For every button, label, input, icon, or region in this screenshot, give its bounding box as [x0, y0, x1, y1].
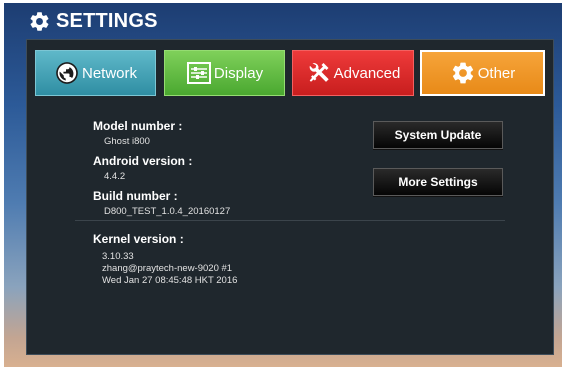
header: SETTINGS [28, 7, 158, 35]
android-version-label: Android version : [93, 154, 193, 168]
tab-advanced[interactable]: Advanced [292, 50, 414, 96]
kernel-version-line: 3.10.33 [102, 251, 134, 262]
kernel-build-date-line: Wed Jan 27 08:45:48 HKT 2016 [102, 275, 238, 286]
build-number-value: D800_TEST_1.0.4_20160127 [104, 206, 231, 217]
tab-display[interactable]: Display [164, 50, 285, 96]
settings-screen: SETTINGS Network Display Advanced Other … [4, 3, 562, 367]
globe-icon [56, 62, 78, 84]
sliders-icon [186, 62, 211, 84]
system-update-button[interactable]: System Update [373, 121, 503, 149]
tab-other[interactable]: Other [420, 50, 545, 96]
tab-other-label: Other [477, 64, 516, 82]
page-title: SETTINGS [56, 9, 158, 32]
model-number-label: Model number : [93, 119, 183, 133]
kernel-build-host-line: zhang@praytech-new-9020 #1 [102, 263, 233, 274]
tab-advanced-label: Advanced [333, 64, 401, 82]
model-number-value: Ghost i800 [104, 136, 150, 147]
kernel-version-value: 3.10.33 zhang@praytech-new-9020 #1 Wed J… [102, 251, 237, 287]
kernel-version-label: Kernel version : [93, 232, 184, 246]
settings-panel: Network Display Advanced Other Model num… [26, 39, 554, 355]
build-number-label: Build number : [93, 189, 178, 203]
gear-icon [30, 11, 49, 31]
tab-network-label: Network [81, 64, 137, 82]
tab-network[interactable]: Network [35, 50, 156, 96]
tab-display-label: Display [213, 64, 264, 82]
tools-icon [309, 62, 329, 82]
android-version-value: 4.4.2 [104, 171, 126, 182]
gear-icon [452, 62, 473, 84]
divider [75, 220, 505, 221]
more-settings-button[interactable]: More Settings [373, 168, 503, 196]
